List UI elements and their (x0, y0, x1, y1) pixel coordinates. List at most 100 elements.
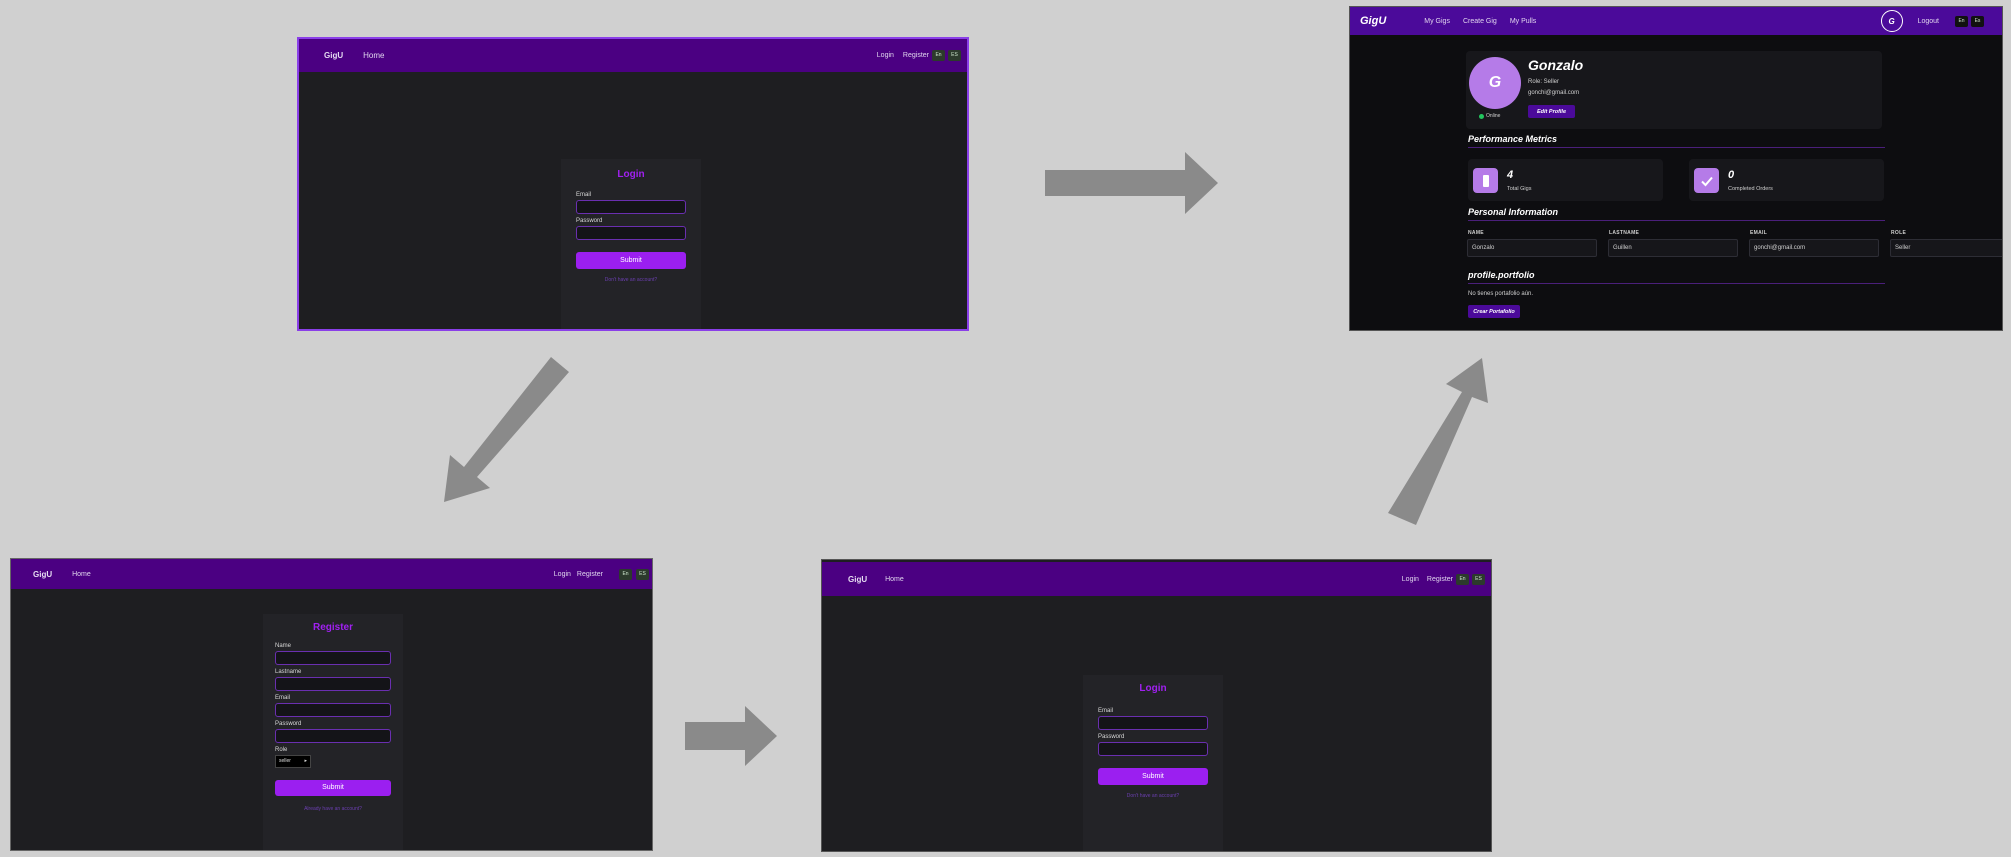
lang-en-button[interactable]: En (619, 568, 632, 580)
lang-es-button[interactable]: ES (1472, 573, 1485, 585)
arrow-up-right-icon (1388, 358, 1488, 525)
logout-link[interactable]: Logout (1918, 18, 1939, 25)
arrow-right-icon (685, 706, 777, 766)
password-field[interactable] (275, 729, 391, 743)
portfolio-empty-text: No tienes portafolio aún. (1468, 291, 1534, 297)
nav-login-link[interactable]: Login (1402, 576, 1419, 583)
brand-logo[interactable]: GigU (1360, 15, 1386, 27)
login-link[interactable]: Already have an account? (275, 806, 391, 812)
metrics-title: Performance Metrics (1468, 134, 1558, 144)
register-link[interactable]: Don't have an account? (1098, 793, 1208, 799)
user-avatar-button[interactable]: G (1880, 10, 1903, 32)
metric-label: Total Gigs (1507, 186, 1532, 192)
nav-create-gig-link[interactable]: Create Gig (1463, 18, 1497, 25)
personal-info-title: Personal Information (1468, 207, 1559, 217)
login-after-register-screenshot: GigU Home Login Register En ES Login Ema… (821, 559, 1492, 852)
brand-logo[interactable]: GigU (33, 570, 52, 579)
submit-button[interactable]: Submit (1098, 768, 1208, 785)
profile-name: Gonzalo (1528, 57, 1584, 73)
lang-es-button[interactable]: ES (636, 568, 649, 580)
nav-home-link[interactable]: Home (885, 576, 904, 583)
email-label: Email (1098, 708, 1114, 714)
edit-profile-button[interactable]: Edit Profile (1528, 105, 1575, 118)
name-field[interactable] (275, 651, 391, 665)
online-dot-icon (1479, 113, 1484, 119)
field-label-lastname: LASTNAME (1609, 230, 1640, 236)
field-label-name: NAME (1468, 230, 1484, 236)
password-label: Password (576, 218, 603, 224)
profile-email: gonchi@gmail.com (1528, 90, 1580, 96)
field-label-role: ROLE (1891, 230, 1907, 236)
password-field[interactable] (576, 226, 686, 240)
metric-label: Completed Orders (1728, 186, 1773, 192)
portfolio-title: profile.portfolio (1468, 270, 1535, 280)
metric-value: 4 (1507, 169, 1514, 181)
email-field[interactable] (275, 703, 391, 717)
nav-register-link[interactable]: Register (903, 52, 929, 59)
nav-register-link[interactable]: Register (1427, 576, 1453, 583)
role-select[interactable]: seller ▸ (275, 755, 311, 768)
section-divider (1468, 283, 1885, 284)
page-title: Login (617, 169, 645, 180)
section-divider (1468, 147, 1885, 148)
login-card: Login Email Password Submit Don't have a… (1083, 675, 1223, 851)
lang-es-button[interactable]: ES (948, 50, 961, 61)
status-badge: Online (1479, 113, 1500, 119)
nav-home-link[interactable]: Home (363, 51, 384, 60)
navbar: GigU My Gigs Create Gig My Pulls G Logou… (1350, 7, 2002, 35)
navbar: GigU Home Login Register En ES (822, 562, 1491, 596)
field-label-email: EMAIL (1750, 230, 1768, 236)
email-label: Email (576, 192, 592, 198)
role-label: Role (275, 747, 288, 753)
check-icon (1694, 168, 1719, 193)
page-title: Login (1139, 683, 1167, 694)
login-card: Login Email Password Submit Don't have a… (561, 159, 701, 329)
field-role: Seller (1890, 239, 2002, 257)
nav-my-pulls-link[interactable]: My Pulls (1510, 18, 1536, 25)
arrow-down-left-icon (444, 357, 569, 502)
create-portfolio-button[interactable]: Crear Portafolio (1468, 305, 1520, 318)
lang-en-button[interactable]: En (932, 50, 945, 61)
brand-logo[interactable]: GigU (324, 51, 343, 60)
lang-es-button[interactable]: Es (1971, 15, 1984, 27)
metric-value: 0 (1728, 169, 1735, 181)
lastname-label: Lastname (275, 669, 302, 675)
field-email: gonchi@gmail.com (1749, 239, 1879, 257)
nav-my-gigs-link[interactable]: My Gigs (1424, 18, 1450, 25)
nav-login-link[interactable]: Login (554, 571, 571, 578)
register-card: Register Name Lastname Email Password Ro… (263, 614, 403, 850)
field-lastname: Guillen (1608, 239, 1738, 257)
nav-home-link[interactable]: Home (72, 571, 91, 578)
email-field[interactable] (576, 200, 686, 214)
register-screenshot: GigU Home Login Register En ES Register … (10, 558, 653, 851)
avatar: G (1469, 57, 1521, 109)
navbar: GigU Home Login Register En ES (11, 559, 652, 589)
gig-icon (1473, 168, 1498, 193)
password-label: Password (275, 721, 302, 727)
register-link[interactable]: Don't have an account? (576, 277, 686, 283)
password-label: Password (1098, 734, 1125, 740)
login-screenshot: GigU Home Login Register En ES Login Ema… (297, 37, 969, 331)
password-field[interactable] (1098, 742, 1208, 756)
lang-en-button[interactable]: En (1456, 573, 1469, 585)
brand-logo[interactable]: GigU (848, 575, 867, 584)
chevron-down-icon: ▸ (304, 758, 307, 764)
page-title: Register (312, 622, 353, 633)
profile-screenshot: GigU My Gigs Create Gig My Pulls G Logou… (1349, 6, 2003, 331)
profile-role: Role: Seller (1528, 79, 1560, 85)
email-field[interactable] (1098, 716, 1208, 730)
arrow-right-icon (1045, 152, 1218, 214)
field-name: Gonzalo (1467, 239, 1597, 257)
role-select-value: seller (279, 758, 291, 764)
email-label: Email (275, 695, 291, 701)
section-divider (1468, 220, 1885, 221)
name-label: Name (275, 643, 292, 649)
nav-register-link[interactable]: Register (577, 571, 603, 578)
status-label: Online (1486, 113, 1501, 119)
submit-button[interactable]: Submit (576, 252, 686, 269)
navbar: GigU Home Login Register En ES (299, 39, 967, 72)
submit-button[interactable]: Submit (275, 780, 391, 796)
nav-login-link[interactable]: Login (877, 52, 894, 59)
lang-en-button[interactable]: En (1955, 15, 1968, 27)
lastname-field[interactable] (275, 677, 391, 691)
